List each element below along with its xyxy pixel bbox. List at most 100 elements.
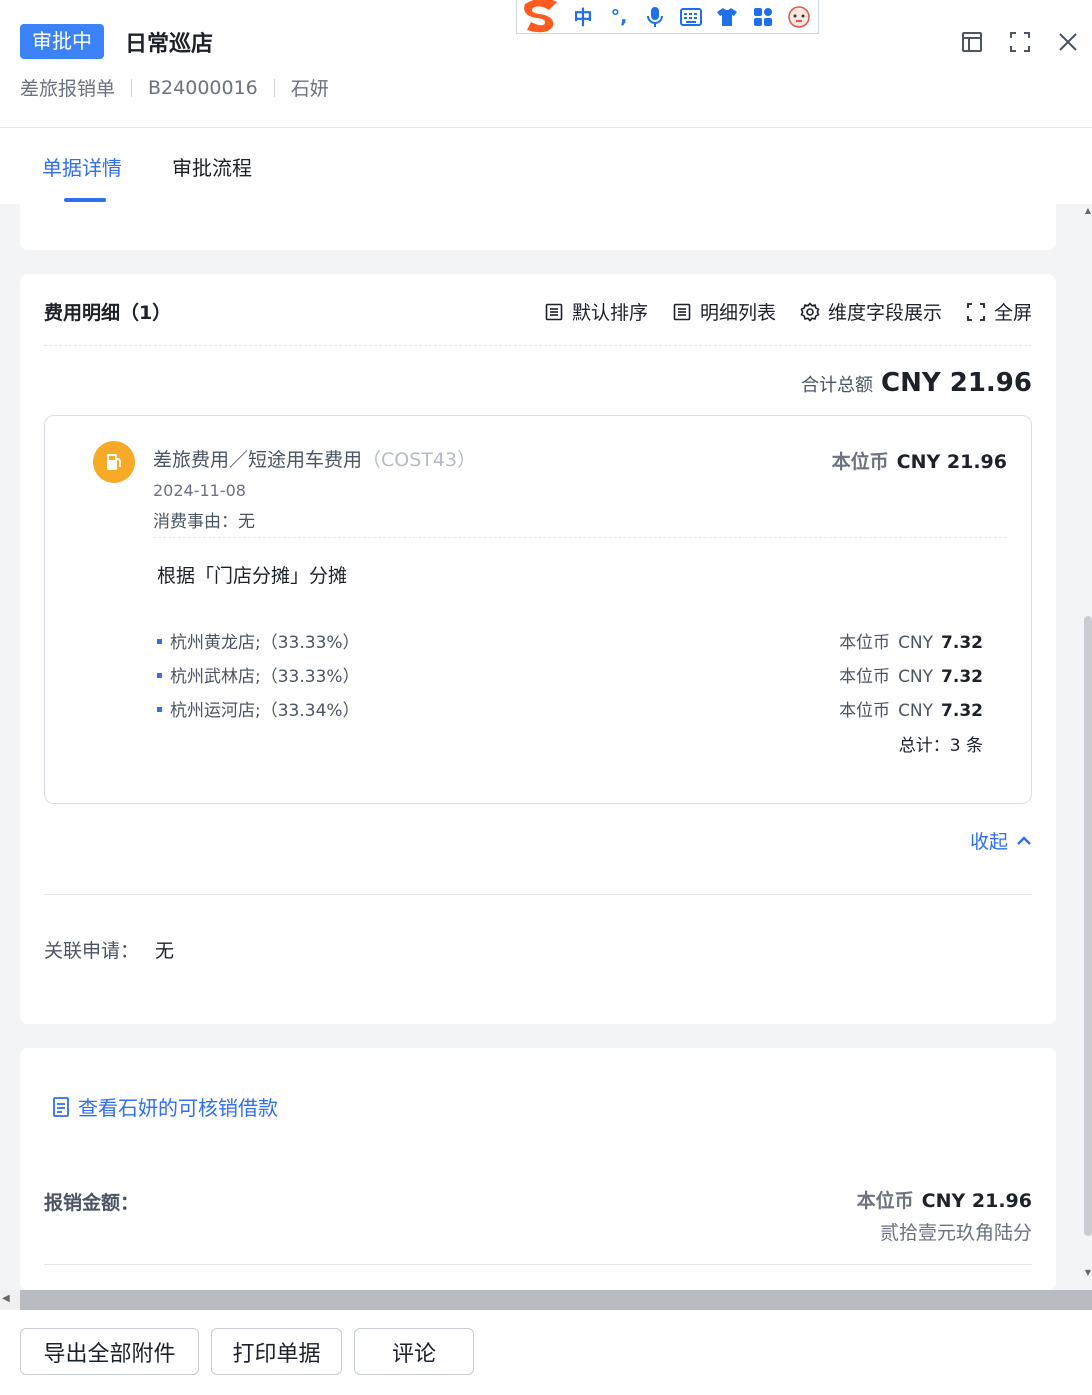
allocation-row: 杭州运河店;（33.34%） 本位币 CNY 7.32 [157,696,983,721]
expense-item[interactable]: 差旅费用／短途用车费用（COST43） 本位币 CNY 21.96 2024-11… [44,415,1032,804]
allocation-amount-label: 本位币 [839,633,891,653]
active-tab-indicator [64,198,106,202]
scroll-up-icon[interactable]: ▲ [1084,206,1092,215]
collapse-label: 收起 [969,831,1008,853]
reimbursement-card: 查看石妍的可核销借款 报销金额： 本位币 CNY 21.96 贰拾壹元玖角陆分 [20,1048,1056,1290]
footer-actions: 导出全部附件 打印单据 评论 [0,1310,1092,1395]
divider [131,78,133,97]
ime-punctuation[interactable]: °, [601,2,637,32]
default-sort-button[interactable]: 默认排序 [544,298,648,325]
export-attachments-button[interactable]: 导出全部附件 [20,1328,199,1375]
detail-list-button[interactable]: 明细列表 [672,298,776,325]
keyboard-icon[interactable] [673,2,709,32]
mascot-icon[interactable] [781,2,817,32]
view-loans-link[interactable]: 查看石妍的可核销借款 [52,1092,278,1121]
expense-amount-value: CNY 21.96 [896,451,1007,473]
previous-section-card [20,204,1056,250]
dimension-fields-label: 维度字段展示 [827,302,942,324]
bullet-icon [157,706,162,712]
scrollbar-thumb[interactable] [1084,616,1092,1236]
reimbursement-amount-value: CNY 21.96 [921,1190,1032,1212]
allocation-store: 杭州武林店;（33.33%） [170,667,360,687]
layout-icon[interactable] [948,28,996,56]
tab-document-details[interactable]: 单据详情 [42,152,122,181]
skin-shirt-icon[interactable] [709,2,745,32]
allocation-currency: CNY [898,633,934,653]
reimbursement-currency-label: 本位币 [856,1190,914,1212]
document-icon [52,1096,70,1118]
scroll-down-icon[interactable]: ▼ [1084,1268,1092,1277]
allocation-row: 杭州武林店;（33.33%） 本位币 CNY 7.32 [157,662,983,687]
bullet-icon [157,672,162,678]
gear-icon [800,301,820,322]
dimension-fields-button[interactable]: 维度字段展示 [800,298,942,325]
expense-amount-label: 本位币 [831,451,889,473]
chevron-up-icon [1016,830,1032,852]
allocation-amount-label: 本位币 [839,667,891,687]
vertical-scrollbar[interactable] [1084,204,1092,1290]
detail-list-label: 明细列表 [699,302,776,324]
ime-language[interactable]: 中 [565,2,601,32]
allocation-currency: CNY [898,701,934,721]
tab-bar: 单据详情 审批流程 [0,128,1092,204]
divider [44,345,1032,346]
fuel-pump-icon [93,441,135,483]
horizontal-scrollbar[interactable]: ◀ [0,1290,1092,1310]
allocation-value: 7.32 [941,701,983,721]
microphone-icon[interactable] [637,2,673,32]
status-badge: 审批中 [20,24,104,59]
divider [44,894,1032,895]
close-icon[interactable] [1044,28,1092,56]
expense-type-code: （COST43） [362,449,477,471]
total-amount: 合计总额 CNY 21.96 [801,368,1032,398]
apps-grid-icon[interactable] [745,2,781,32]
fullscreen-icon [966,302,986,322]
sogou-logo-icon[interactable] [517,0,565,33]
allocation-row: 杭州黄龙店;（33.33%） 本位币 CNY 7.32 [157,628,983,653]
scrollbar-thumb[interactable] [20,1290,1092,1310]
doc-number: B24000016 [148,76,258,99]
scroll-left-icon[interactable]: ◀ [2,1293,10,1304]
document-meta: 差旅报销单 B24000016 石妍 [20,74,329,101]
reimbursement-label: 报销金额： [44,1192,140,1214]
related-value: 无 [155,940,175,962]
expense-details-card: 费用明细（1） 默认排序 明细列表 维度字段展示 全屏 合计总额 CNY 21.… [20,274,1056,1024]
divider [153,537,1007,538]
fullscreen-button[interactable]: 全屏 [966,298,1032,325]
reimbursement-amount-words: 贰拾壹元玖角陆分 [879,1222,1032,1244]
list-icon [672,302,692,322]
reimbursement-amount: 本位币 CNY 21.96 [857,1186,1032,1213]
list-icon [544,302,564,322]
comment-button[interactable]: 评论 [354,1328,474,1375]
page-title: 日常巡店 [125,32,214,57]
fullscreen-label: 全屏 [993,302,1032,324]
divider [273,78,275,97]
related-label: 关联申请： [44,940,140,962]
collapse-button[interactable]: 收起 [970,827,1032,854]
section-title: 费用明细（1） [44,302,172,324]
applicant-name: 石妍 [290,78,329,100]
tab-approval-flow[interactable]: 审批流程 [172,152,252,181]
related-application: 关联申请： 无 [44,936,174,963]
window-controls [948,28,1092,56]
default-sort-label: 默认排序 [571,302,648,324]
allocation-amount-label: 本位币 [839,701,891,721]
view-loans-label: 查看石妍的可核销借款 [78,1096,278,1120]
expense-reason: 消费事由：无 [153,512,255,532]
fullscreen-icon[interactable] [996,28,1044,56]
total-label: 合计总额 [801,375,874,396]
expense-date: 2024-11-08 [153,481,246,500]
allocation-currency: CNY [898,667,934,687]
total-value: CNY 21.96 [881,368,1032,398]
ime-toolbar: 中 °, [516,0,819,34]
form-type: 差旅报销单 [20,78,116,100]
allocation-store: 杭州黄龙店;（33.33%） [170,633,360,653]
expense-type: 差旅费用／短途用车费用（COST43） [153,445,476,472]
divider [44,1264,1032,1265]
expense-type-name: 差旅费用／短途用车费用 [153,449,363,471]
allocation-title: 根据「门店分摊」分摊 [157,565,348,587]
print-document-button[interactable]: 打印单据 [211,1328,342,1375]
expense-amount: 本位币 CNY 21.96 [832,447,1007,474]
allocation-total: 总计：3 条 [898,736,983,756]
expense-toolbar: 默认排序 明细列表 维度字段展示 全屏 [520,298,1032,325]
